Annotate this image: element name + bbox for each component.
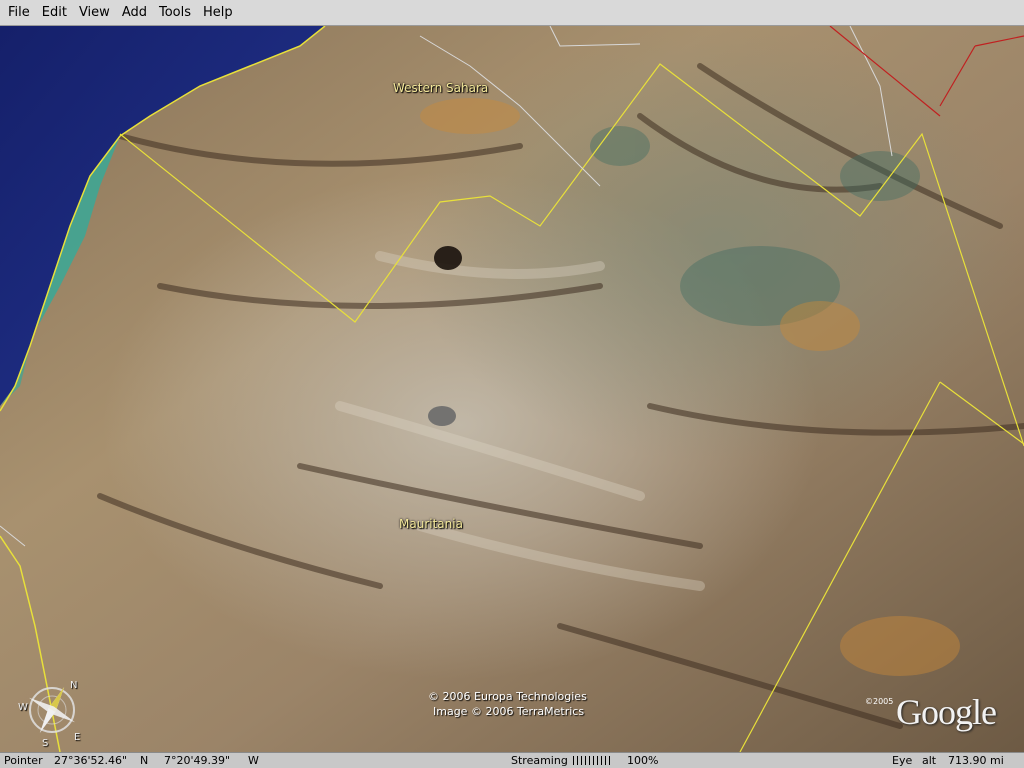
- menu-add[interactable]: Add: [117, 0, 152, 26]
- streaming-percent: 100%: [627, 754, 659, 767]
- eye-altitude: 713.90 mi: [948, 754, 1004, 767]
- compass-icon[interactable]: N E S W: [14, 672, 90, 749]
- menu-view[interactable]: View: [74, 0, 115, 26]
- label-western-sahara: Western Sahara: [393, 81, 489, 95]
- pointer-label: Pointer: [4, 754, 43, 767]
- pointer-latitude: 27°36'52.46": [54, 754, 128, 767]
- menu-help[interactable]: Help: [198, 0, 238, 26]
- menu-edit[interactable]: Edit: [37, 0, 72, 26]
- copyright-terrametrics: Image © 2006 TerraMetrics: [433, 705, 585, 718]
- pointer-lon-hemisphere: W: [248, 754, 259, 767]
- alt-label: alt: [922, 754, 937, 767]
- label-mauritania: Mauritania: [399, 517, 463, 531]
- menu-tools[interactable]: Tools: [154, 0, 196, 26]
- pointer-longitude: 7°20'49.39": [164, 754, 231, 767]
- streaming-progress-bar: [573, 756, 613, 765]
- map-view[interactable]: Western Sahara Mauritania © 2006 Europa …: [0, 26, 1024, 752]
- google-copyright-year: ©2005: [865, 697, 894, 706]
- copyright-europa: © 2006 Europa Technologies: [428, 690, 587, 703]
- menu-file[interactable]: File: [3, 0, 35, 26]
- compass-n: N: [70, 680, 78, 691]
- compass-w: W: [18, 702, 28, 713]
- status-bar: Pointer 27°36'52.46" N 7°20'49.39" W Str…: [0, 752, 1024, 768]
- satellite-imagery: [0, 26, 1024, 752]
- compass-s: S: [42, 738, 49, 749]
- menu-bar: File Edit View Add Tools Help: [0, 0, 1024, 26]
- google-logo: Google: [896, 692, 997, 732]
- eye-label: Eye: [892, 754, 913, 767]
- streaming-label: Streaming: [511, 754, 568, 767]
- pointer-lat-hemisphere: N: [140, 754, 149, 767]
- compass-e: E: [74, 732, 81, 743]
